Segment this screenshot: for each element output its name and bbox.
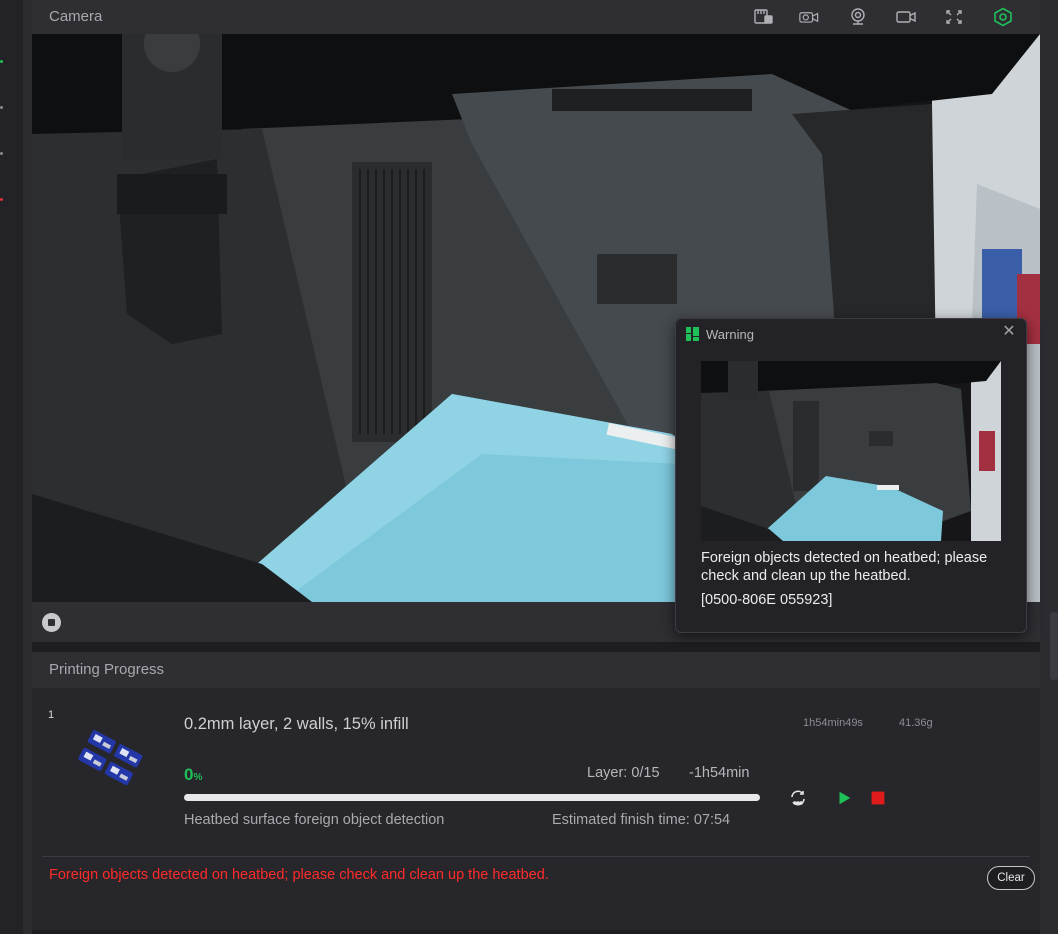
webcam-icon[interactable] bbox=[847, 6, 869, 28]
fullscreen-icon[interactable] bbox=[943, 6, 965, 28]
bambu-logo-icon bbox=[686, 327, 699, 341]
job-total-time: 1h54min49s bbox=[803, 717, 863, 729]
stop-stream-button[interactable] bbox=[42, 613, 61, 632]
plate-thumbnail bbox=[78, 730, 143, 786]
camera-settings-icon[interactable] bbox=[799, 6, 821, 28]
refresh-icon bbox=[791, 790, 805, 806]
error-message: Foreign objects detected on heatbed; ple… bbox=[49, 867, 549, 883]
gear-icon[interactable] bbox=[992, 6, 1014, 28]
sidebar-separator bbox=[23, 0, 32, 934]
estimated-finish: Estimated finish time: 07:54 bbox=[552, 812, 731, 828]
divider bbox=[42, 856, 1030, 857]
print-stage: Heatbed surface foreign object detection bbox=[184, 812, 445, 828]
status-dot bbox=[0, 106, 3, 109]
resume-rotate-button[interactable] bbox=[787, 787, 809, 809]
camera-title: Camera bbox=[49, 8, 103, 25]
status-dot bbox=[0, 198, 3, 201]
layer-count: Layer: 0/15 bbox=[587, 765, 660, 781]
scrollbar-thumb[interactable] bbox=[1050, 612, 1058, 680]
plate-number: 1 bbox=[48, 709, 55, 721]
right-scrollbar[interactable] bbox=[1040, 0, 1058, 934]
status-dot bbox=[0, 152, 3, 155]
warning-snapshot bbox=[701, 361, 1001, 541]
warning-message: Foreign objects detected on heatbed; ple… bbox=[701, 550, 988, 584]
warning-title: Warning bbox=[706, 327, 754, 342]
progress-title: Printing Progress bbox=[49, 661, 165, 678]
clear-button[interactable]: Clear bbox=[987, 866, 1035, 890]
printing-progress-panel: Printing Progress 1 0.2mm layer, 2 walls… bbox=[32, 652, 1040, 930]
play-icon bbox=[839, 791, 851, 805]
stop-icon bbox=[48, 619, 55, 626]
progress-header: Printing Progress bbox=[32, 652, 1040, 688]
warning-dialog: Warning ✕ Foreign objects detected on he… bbox=[675, 318, 1027, 633]
status-dot bbox=[0, 60, 3, 63]
progress-percent-symbol: % bbox=[193, 772, 203, 783]
progress-bar bbox=[184, 794, 760, 801]
remaining-time: -1h54min bbox=[689, 765, 750, 781]
stop-button[interactable] bbox=[867, 787, 889, 809]
stop-icon bbox=[871, 791, 885, 805]
warning-header: Warning ✕ bbox=[676, 319, 1026, 349]
job-name: 0.2mm layer, 2 walls, 15% infill bbox=[184, 715, 409, 733]
left-sidebar bbox=[0, 0, 23, 934]
video-record-icon[interactable] bbox=[895, 6, 917, 28]
close-icon[interactable]: ✕ bbox=[1002, 324, 1016, 340]
warning-error-code: [0500-806E 055923] bbox=[701, 592, 833, 608]
progress-percent: 0% bbox=[184, 765, 202, 785]
job-weight: 41.36g bbox=[899, 717, 933, 729]
camera-header: Camera bbox=[32, 0, 1040, 34]
sd-card-icon[interactable] bbox=[752, 6, 774, 28]
resume-button[interactable] bbox=[833, 787, 855, 809]
